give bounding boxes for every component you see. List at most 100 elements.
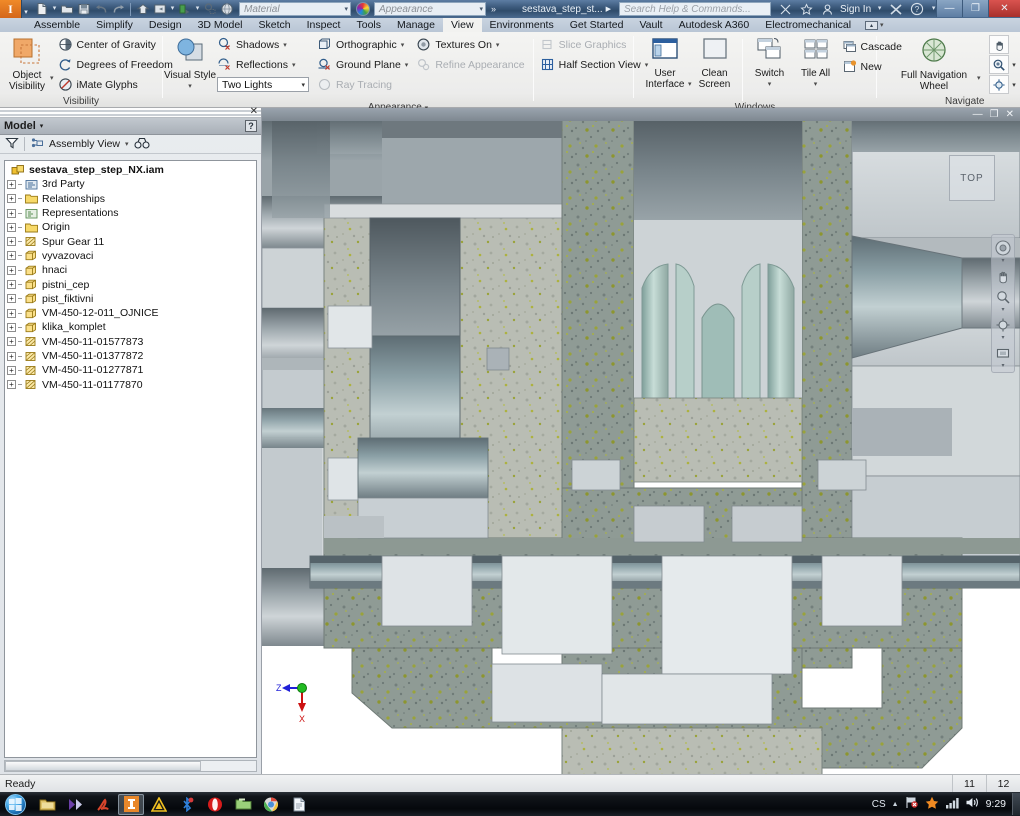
document-tab[interactable]: sestava_step_st... ▶ [522, 4, 611, 15]
material-combo[interactable]: Material ▾ [239, 2, 351, 16]
expand-icon[interactable]: + [7, 365, 16, 375]
tab-autodesk-a360[interactable]: Autodesk A360 [671, 18, 758, 32]
new-file-dropdown-icon[interactable]: ▾ [51, 0, 58, 18]
document-icon[interactable] [286, 794, 312, 815]
signal-bars-icon[interactable] [945, 796, 959, 812]
tab-assemble[interactable]: Assemble [26, 18, 88, 32]
return-icon[interactable] [152, 1, 168, 17]
avast-icon[interactable] [925, 796, 939, 812]
ground-plane-caret-icon[interactable]: ▾ [405, 61, 409, 69]
assembly-view-caret-icon[interactable]: ▾ [125, 140, 129, 148]
pdf-reader-icon[interactable] [90, 794, 116, 815]
close-button[interactable]: ✕ [988, 0, 1020, 17]
tree-item-ojnice[interactable]: + VM-450-12-011_OJNICE [7, 306, 256, 320]
switch-windows-caret-icon[interactable]: ▾ [768, 79, 772, 90]
bluetooth-icon[interactable] [174, 794, 200, 815]
tree-item-pist-fiktivni[interactable]: + pist_fiktivni [7, 292, 256, 306]
textures-on-button[interactable]: Textures On ▾ [416, 35, 524, 54]
model-tree[interactable]: sestava_step_step_NX.iam + 3rd Party + R… [4, 160, 257, 758]
visual-style-caret-icon[interactable]: ▾ [188, 81, 192, 92]
switch-windows-button[interactable]: Switch ▾ [747, 35, 793, 91]
sign-in-dropdown-icon[interactable]: ▾ [876, 0, 883, 18]
expand-icon[interactable]: + [7, 237, 16, 247]
media-player-icon[interactable] [62, 794, 88, 815]
expand-icon[interactable]: + [7, 280, 16, 290]
assembly-view-label[interactable]: Assembly View [49, 138, 120, 150]
share-icon[interactable] [777, 1, 793, 17]
expand-icon[interactable]: + [7, 265, 16, 275]
tree-item-vm-450-11-01177870[interactable]: + VM-450-11-01177870 [7, 377, 256, 391]
tile-all-caret-icon[interactable]: ▾ [814, 79, 818, 90]
lights-select[interactable]: Two Lights ▾ [217, 77, 309, 92]
tree-item-vm-450-11-01377872[interactable]: + VM-450-11-01377872 [7, 349, 256, 363]
sign-in-label[interactable]: Sign In [840, 4, 871, 15]
favorites-star-icon[interactable] [798, 1, 814, 17]
tab-view[interactable]: View [442, 18, 482, 32]
browser-help-icon[interactable]: ? [245, 120, 257, 132]
document-tab-arrow-icon[interactable]: ▶ [606, 5, 611, 13]
ribbon-display-options[interactable]: ▴ ▾ [865, 20, 884, 30]
orbit-nav-icon[interactable] [993, 315, 1013, 334]
return-dropdown-icon[interactable]: ▾ [169, 0, 176, 18]
expand-icon[interactable]: + [7, 294, 16, 304]
qat-overflow-icon[interactable]: » [491, 4, 496, 14]
half-section-view-button[interactable]: Half Section View ▾ [540, 55, 648, 74]
tree-item-spur-gear-11[interactable]: + Spur Gear 11 [7, 234, 256, 248]
slice-graphics-button[interactable]: Slice Graphics [540, 35, 649, 54]
orbit-button[interactable] [988, 75, 1009, 94]
material-caret-icon[interactable]: ▾ [344, 5, 348, 13]
ribbon-minimize-icon[interactable]: ▴ [865, 20, 879, 30]
update-icon[interactable] [177, 1, 193, 17]
zoom-button[interactable] [988, 55, 1009, 74]
object-visibility-button[interactable]: Object Visibility [4, 35, 50, 93]
reflections-caret-icon[interactable]: ▾ [292, 61, 296, 69]
tab-vault[interactable]: Vault [631, 18, 670, 32]
network-flag-icon[interactable] [905, 796, 919, 812]
center-of-gravity-button[interactable]: Center of Gravity [58, 35, 173, 54]
undo-arrow-icon[interactable] [93, 1, 109, 17]
search-input[interactable]: Search Help & Commands... [619, 2, 772, 16]
graphics-viewport[interactable]: — ❐ ✕ TOP ▾ ▾ ▾ ▾ Z X [262, 108, 1020, 774]
appearance-color-icon[interactable] [356, 2, 370, 16]
home-icon[interactable] [135, 1, 151, 17]
ribbon-options-caret-icon[interactable]: ▾ [880, 21, 884, 29]
lights-caret-icon[interactable]: ▾ [301, 81, 305, 89]
tree-item-vm-450-11-01577873[interactable]: + VM-450-11-01577873 [7, 335, 256, 349]
tree-item-relationships[interactable]: + Relationships [7, 192, 256, 206]
open-folder-icon[interactable] [59, 1, 75, 17]
shadows-caret-icon[interactable]: ▾ [283, 41, 287, 49]
tab-get-started[interactable]: Get Started [562, 18, 632, 32]
ray-tracing-button[interactable]: Ray Tracing [317, 75, 408, 94]
clean-screen-button[interactable]: Clean Screen [692, 35, 738, 91]
navbar-options-icon[interactable]: ▾ [1001, 363, 1004, 369]
object-visibility-caret-icon[interactable]: ▾ [50, 74, 54, 82]
orthographic-button[interactable]: Orthographic ▾ [317, 35, 408, 54]
tree-item-representations[interactable]: + Representations [7, 206, 256, 220]
minimize-button[interactable]: — [936, 0, 962, 17]
tab-electromechanical[interactable]: Electromechanical [757, 18, 859, 32]
start-button[interactable] [0, 792, 30, 816]
inventor-icon[interactable] [118, 793, 144, 815]
autocad-icon[interactable] [146, 794, 172, 815]
chrome-icon[interactable] [258, 794, 284, 815]
volume-icon[interactable] [965, 796, 980, 812]
user-icon[interactable] [819, 1, 835, 17]
ground-plane-button[interactable]: Ground Plane ▾ [317, 55, 408, 74]
filter-funnel-icon[interactable] [5, 136, 19, 153]
tree-item-pistni-cep[interactable]: + pistni_cep [7, 277, 256, 291]
expand-icon[interactable]: + [7, 208, 16, 218]
tab-manage[interactable]: Manage [389, 18, 443, 32]
orbit-caret-icon[interactable]: ▾ [1011, 81, 1018, 89]
binoculars-icon[interactable] [133, 136, 150, 153]
restore-button[interactable]: ❐ [962, 0, 988, 17]
view-cube[interactable]: TOP [949, 155, 995, 201]
browser-drag-grip[interactable]: ✕ [0, 107, 261, 118]
tree-item-klika-komplet[interactable]: + klika_komplet [7, 320, 256, 334]
pan-hand-icon[interactable] [993, 266, 1013, 285]
refine-appearance-button[interactable]: Refine Appearance [416, 55, 525, 74]
tree-item-vm-450-11-01277871[interactable]: + VM-450-11-01277871 [7, 363, 256, 377]
browser-close-icon[interactable]: ✕ [250, 107, 258, 117]
tree-item-origin[interactable]: + Origin [7, 220, 256, 234]
viewport-minimize-button[interactable]: — [973, 109, 983, 120]
tab-3d-model[interactable]: 3D Model [190, 18, 251, 32]
